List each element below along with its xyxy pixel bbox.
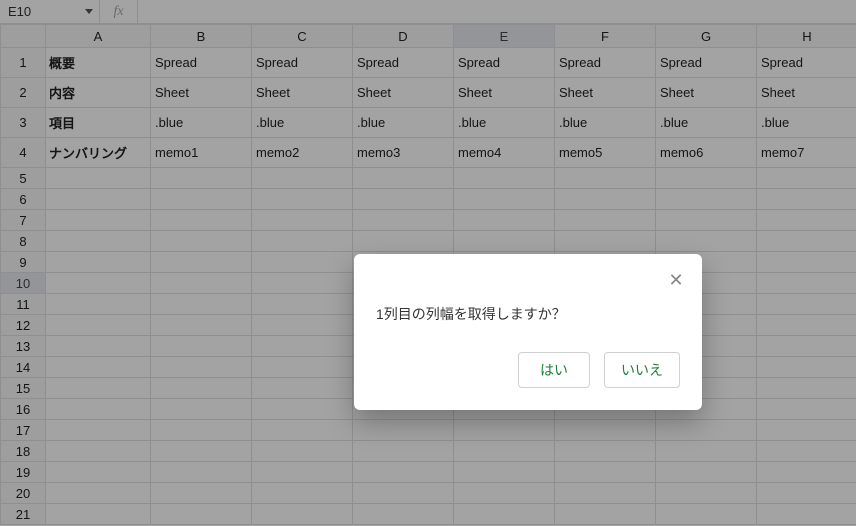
dialog-buttons: はい いいえ bbox=[376, 352, 680, 388]
no-button[interactable]: いいえ bbox=[604, 352, 680, 388]
close-icon[interactable]: ✕ bbox=[664, 268, 688, 292]
yes-button[interactable]: はい bbox=[518, 352, 590, 388]
confirm-dialog: ✕ 1列目の列幅を取得しますか？ はい いいえ bbox=[354, 254, 702, 410]
dialog-message: 1列目の列幅を取得しますか？ bbox=[376, 304, 680, 324]
